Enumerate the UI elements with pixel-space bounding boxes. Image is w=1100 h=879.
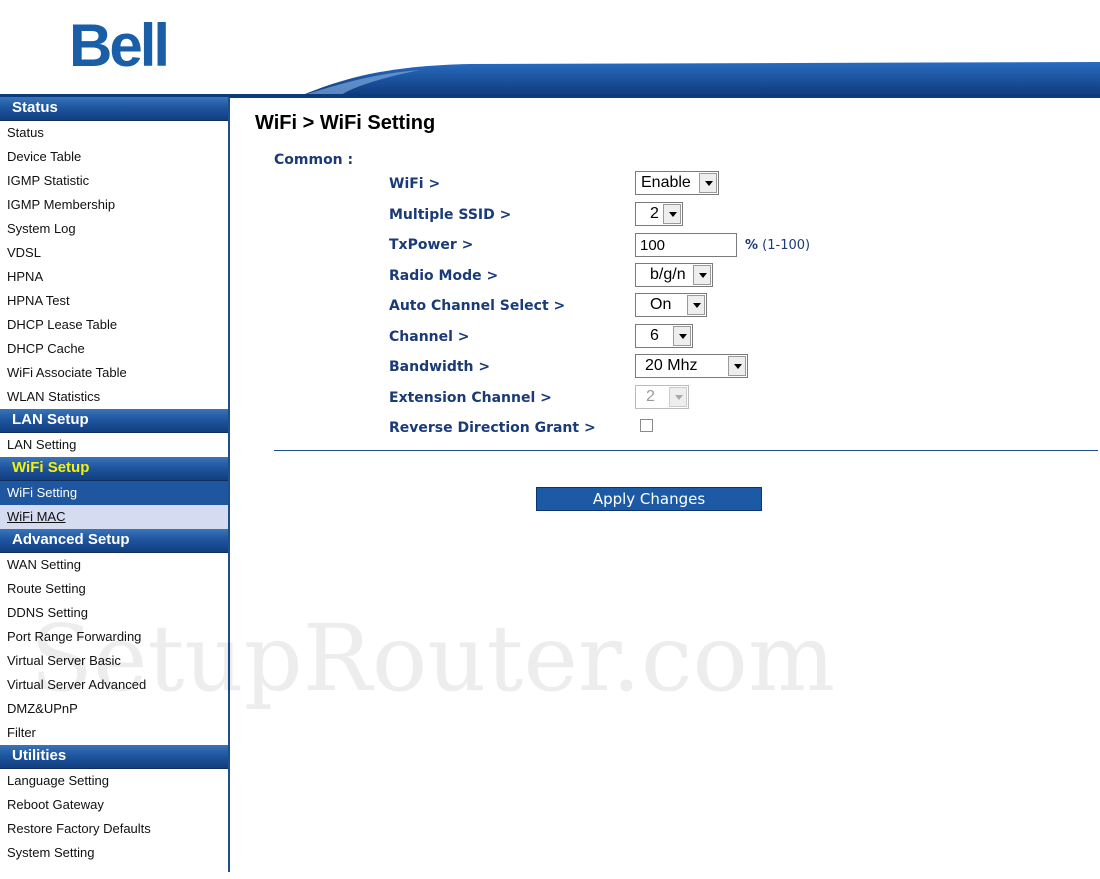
sidebar-item-device-table[interactable]: Device Table xyxy=(0,145,228,169)
sidebar-item-filter[interactable]: Filter xyxy=(0,721,228,745)
sidebar-item-hpna-test[interactable]: HPNA Test xyxy=(0,289,228,313)
sidebar-item-wlan-statistics[interactable]: WLAN Statistics xyxy=(0,385,228,409)
sidebar-item-system-setting[interactable]: System Setting xyxy=(0,841,228,865)
sidebar-section-lan-setup[interactable]: LAN Setup xyxy=(0,409,228,433)
radio-mode-select[interactable]: b/g/n xyxy=(635,263,713,287)
apply-changes-button[interactable]: Apply Changes xyxy=(536,487,762,511)
sidebar-item-dhcp-cache[interactable]: DHCP Cache xyxy=(0,337,228,361)
extension-channel-select: 2 xyxy=(635,385,689,409)
section-divider xyxy=(274,450,1098,451)
chevron-down-icon xyxy=(687,295,705,315)
wifi-enable-select[interactable]: Enable xyxy=(635,171,719,195)
reverse-direction-grant-label: Reverse Direction Grant > xyxy=(389,420,596,436)
auto-channel-label: Auto Channel Select > xyxy=(389,298,566,314)
sidebar-section-status[interactable]: Status xyxy=(0,97,228,121)
radio-mode-value: b/g/n xyxy=(650,266,686,283)
auto-channel-select[interactable]: On xyxy=(635,293,707,317)
sidebar-nav: Status Status Device Table IGMP Statisti… xyxy=(0,97,230,872)
bandwidth-value: 20 Mhz xyxy=(645,357,698,374)
sidebar-item-virtual-server-advanced[interactable]: Virtual Server Advanced xyxy=(0,673,228,697)
channel-select[interactable]: 6 xyxy=(635,324,693,348)
txpower-range-hint: % (1-100) xyxy=(745,238,810,253)
sidebar-item-ddns-setting[interactable]: DDNS Setting xyxy=(0,601,228,625)
sidebar-item-igmp-statistic[interactable]: IGMP Statistic xyxy=(0,169,228,193)
txpower-range: (1-100) xyxy=(762,238,811,253)
sidebar-item-virtual-server-basic[interactable]: Virtual Server Basic xyxy=(0,649,228,673)
chevron-down-icon xyxy=(673,326,691,346)
sidebar-item-dhcp-lease-table[interactable]: DHCP Lease Table xyxy=(0,313,228,337)
extension-channel-value: 2 xyxy=(646,388,655,405)
common-section-label: Common : xyxy=(274,152,354,168)
sidebar-item-vdsl[interactable]: VDSL xyxy=(0,241,228,265)
chevron-down-icon xyxy=(699,173,717,193)
multiple-ssid-label: Multiple SSID > xyxy=(389,207,512,223)
bandwidth-label: Bandwidth > xyxy=(389,359,491,375)
wifi-label: WiFi > xyxy=(389,176,441,192)
wifi-select-value: Enable xyxy=(641,174,691,191)
sidebar-item-lan-setting[interactable]: LAN Setting xyxy=(0,433,228,457)
sidebar-section-advanced-setup[interactable]: Advanced Setup xyxy=(0,529,228,553)
sidebar-item-language-setting[interactable]: Language Setting xyxy=(0,769,228,793)
chevron-down-icon xyxy=(663,204,681,224)
chevron-down-icon xyxy=(693,265,711,285)
sidebar-item-wifi-setting[interactable]: WiFi Setting xyxy=(0,481,228,505)
sidebar-item-port-range-forwarding[interactable]: Port Range Forwarding xyxy=(0,625,228,649)
chevron-down-icon xyxy=(728,356,746,376)
chevron-down-icon xyxy=(669,387,687,407)
sidebar-item-reboot-gateway[interactable]: Reboot Gateway xyxy=(0,793,228,817)
sidebar-item-wifi-mac[interactable]: WiFi MAC xyxy=(0,505,228,529)
sidebar-item-wan-setting[interactable]: WAN Setting xyxy=(0,553,228,577)
radio-mode-label: Radio Mode > xyxy=(389,268,499,284)
sidebar-item-restore-factory-defaults[interactable]: Restore Factory Defaults xyxy=(0,817,228,841)
txpower-input[interactable] xyxy=(635,233,737,257)
main-content: WiFi > WiFi Setting Common : WiFi > Enab… xyxy=(230,97,1100,879)
page-title: WiFi > WiFi Setting xyxy=(255,112,436,134)
sidebar-item-status[interactable]: Status xyxy=(0,121,228,145)
channel-label: Channel > xyxy=(389,329,470,345)
sidebar-item-hpna[interactable]: HPNA xyxy=(0,265,228,289)
extension-channel-label: Extension Channel > xyxy=(389,390,552,406)
sidebar-item-dmz-upnp[interactable]: DMZ&UPnP xyxy=(0,697,228,721)
multiple-ssid-select[interactable]: 2 xyxy=(635,202,683,226)
auto-channel-value: On xyxy=(650,296,672,313)
sidebar-item-route-setting[interactable]: Route Setting xyxy=(0,577,228,601)
channel-value: 6 xyxy=(650,327,659,344)
txpower-unit: % xyxy=(745,238,759,253)
header-banner xyxy=(0,62,1100,98)
multiple-ssid-value: 2 xyxy=(650,205,659,222)
bandwidth-select[interactable]: 20 Mhz xyxy=(635,354,748,378)
sidebar-section-wifi-setup[interactable]: WiFi Setup xyxy=(0,457,228,481)
sidebar-item-system-log[interactable]: System Log xyxy=(0,217,228,241)
sidebar-section-utilities[interactable]: Utilities xyxy=(0,745,228,769)
reverse-direction-grant-checkbox[interactable] xyxy=(640,419,653,432)
sidebar-item-igmp-membership[interactable]: IGMP Membership xyxy=(0,193,228,217)
txpower-label: TxPower > xyxy=(389,237,474,253)
sidebar-item-wifi-associate-table[interactable]: WiFi Associate Table xyxy=(0,361,228,385)
